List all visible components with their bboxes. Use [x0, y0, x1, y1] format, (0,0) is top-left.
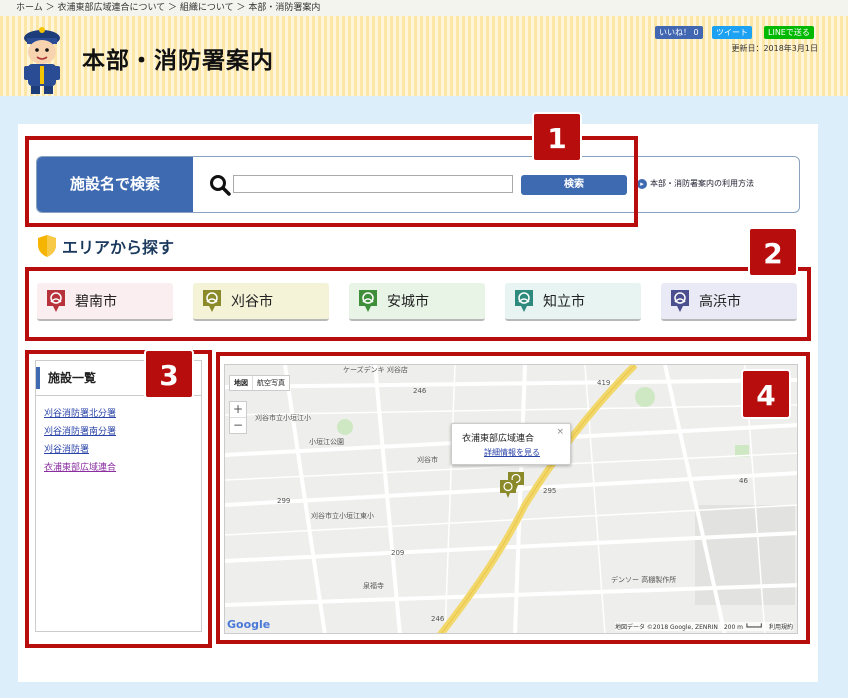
updated-date: 更新日：2018年3月1日	[731, 44, 818, 53]
breadcrumb[interactable]: ホーム ＞ 衣浦東部広域連合について ＞ 組織について ＞ 本部・消防署案内	[0, 0, 848, 16]
callout-number: 4	[741, 369, 791, 419]
callout-number: 2	[748, 227, 798, 277]
callout-box-map	[216, 352, 810, 644]
area-heading-text: エリアから探す	[62, 238, 175, 257]
page-header: 本部・消防署案内 いいね！ 0 ツイート LINEで送る 更新日：2018年3月…	[0, 16, 848, 96]
arrow-circle-icon: ▸	[637, 178, 647, 189]
shield-icon	[38, 235, 56, 257]
firefighter-mascot-icon	[24, 27, 60, 94]
area-heading: エリアから探す	[36, 234, 174, 260]
callout-box-area	[25, 267, 811, 341]
page-title: 本部・消防署案内	[82, 48, 274, 74]
usage-help-link[interactable]: ▸ 本部・消防署案内の利用方法	[637, 178, 754, 189]
usage-help-label: 本部・消防署案内の利用方法	[650, 179, 754, 188]
tweet-button[interactable]: ツイート	[712, 26, 752, 39]
callout-number: 1	[532, 112, 582, 162]
callout-number: 3	[144, 349, 194, 399]
facebook-like-button[interactable]: いいね！ 0	[655, 26, 703, 39]
line-share-button[interactable]: LINEで送る	[764, 26, 814, 39]
